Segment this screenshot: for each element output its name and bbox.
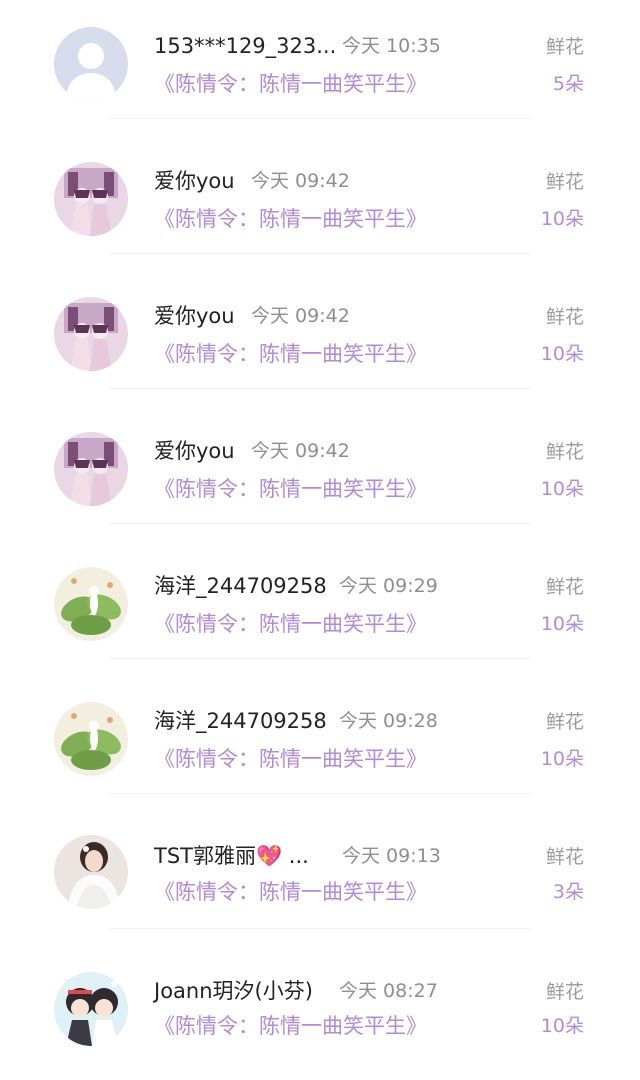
- book-title[interactable]: 《陈情令：陈情一曲笑平生》: [154, 746, 427, 772]
- list-item[interactable]: 海洋_244709258 今天 09:29 鲜花 《陈情令：陈情一曲笑平生》 1…: [0, 540, 640, 675]
- anime-couple-avatar-icon[interactable]: [54, 297, 128, 371]
- gift-time: 今天 08:27: [339, 980, 438, 1002]
- row-divider: [110, 793, 530, 794]
- gift-count: 10朵: [540, 1015, 584, 1037]
- gift-type-label: 鲜花: [545, 846, 584, 868]
- user-name[interactable]: 爱你you: [154, 303, 235, 329]
- row-divider: [110, 658, 530, 659]
- gift-type-label: 鲜花: [545, 711, 584, 733]
- gift-count: 10朵: [540, 478, 584, 500]
- gift-time: 今天 09:28: [339, 710, 438, 732]
- lotus-leaf-avatar-icon[interactable]: [54, 567, 128, 641]
- book-title[interactable]: 《陈情令：陈情一曲笑平生》: [154, 206, 427, 232]
- bride-photo-avatar-icon[interactable]: [54, 835, 128, 909]
- user-name[interactable]: TST郭雅丽💖 ...: [154, 843, 309, 869]
- gift-count: 10朵: [540, 748, 584, 770]
- row-divider: [110, 388, 530, 389]
- gift-type-label: 鲜花: [545, 36, 584, 58]
- gift-type-label: 鲜花: [545, 441, 584, 463]
- list-item[interactable]: 爱你you 今天 09:42 鲜花 《陈情令：陈情一曲笑平生》 10朵: [0, 270, 640, 405]
- gift-type-label: 鲜花: [545, 576, 584, 598]
- default-user-avatar-icon[interactable]: [54, 27, 128, 101]
- gift-time: 今天 09:29: [339, 575, 438, 597]
- gift-time: 今天 09:42: [251, 305, 350, 327]
- gift-type-label: 鲜花: [545, 981, 584, 1003]
- row-divider: [110, 253, 530, 254]
- gift-type-label: 鲜花: [545, 306, 584, 328]
- lotus-leaf-avatar-icon[interactable]: [54, 702, 128, 776]
- book-title[interactable]: 《陈情令：陈情一曲笑平生》: [154, 879, 427, 905]
- row-divider: [110, 118, 530, 119]
- book-title[interactable]: 《陈情令：陈情一曲笑平生》: [154, 1013, 427, 1039]
- book-title[interactable]: 《陈情令：陈情一曲笑平生》: [154, 71, 427, 97]
- gift-type-label: 鲜花: [545, 171, 584, 193]
- list-item[interactable]: 153***129_323... 今天 10:35 鲜花 《陈情令：陈情一曲笑平…: [0, 0, 640, 135]
- anime-couple-avatar-icon[interactable]: [54, 432, 128, 506]
- row-divider: [110, 928, 530, 929]
- list-item[interactable]: 爱你you 今天 09:42 鲜花 《陈情令：陈情一曲笑平生》 10朵: [0, 405, 640, 540]
- list-item[interactable]: 爱你you 今天 09:42 鲜花 《陈情令：陈情一曲笑平生》 10朵: [0, 135, 640, 270]
- gift-count: 5朵: [552, 73, 584, 95]
- row-divider: [110, 523, 530, 524]
- user-name[interactable]: 海洋_244709258: [154, 708, 327, 734]
- user-name[interactable]: 爱你you: [154, 168, 235, 194]
- list-item[interactable]: Joann玥汐(小芬) 今天 08:27 鲜花 《陈情令：陈情一曲笑平生》 10…: [0, 945, 640, 1080]
- gift-count: 10朵: [540, 343, 584, 365]
- gift-count: 10朵: [540, 208, 584, 230]
- user-name[interactable]: 海洋_244709258: [154, 573, 327, 599]
- user-name[interactable]: 153***129_323...: [154, 33, 336, 59]
- list-item[interactable]: 海洋_244709258 今天 09:28 鲜花 《陈情令：陈情一曲笑平生》 1…: [0, 675, 640, 810]
- gift-time: 今天 09:42: [251, 170, 350, 192]
- gift-time: 今天 09:13: [342, 845, 441, 867]
- book-title[interactable]: 《陈情令：陈情一曲笑平生》: [154, 341, 427, 367]
- user-name[interactable]: Joann玥汐(小芬): [154, 978, 313, 1004]
- gift-count: 10朵: [540, 613, 584, 635]
- chibi-anime-avatar-icon[interactable]: [54, 972, 128, 1046]
- book-title[interactable]: 《陈情令：陈情一曲笑平生》: [154, 476, 427, 502]
- anime-couple-avatar-icon[interactable]: [54, 162, 128, 236]
- book-title[interactable]: 《陈情令：陈情一曲笑平生》: [154, 611, 427, 637]
- user-name[interactable]: 爱你you: [154, 438, 235, 464]
- list-item[interactable]: TST郭雅丽💖 ... 今天 09:13 鲜花 《陈情令：陈情一曲笑平生》 3朵: [0, 810, 640, 945]
- gift-time: 今天 09:42: [251, 440, 350, 462]
- gift-count: 3朵: [552, 881, 584, 903]
- gift-time: 今天 10:35: [342, 35, 441, 57]
